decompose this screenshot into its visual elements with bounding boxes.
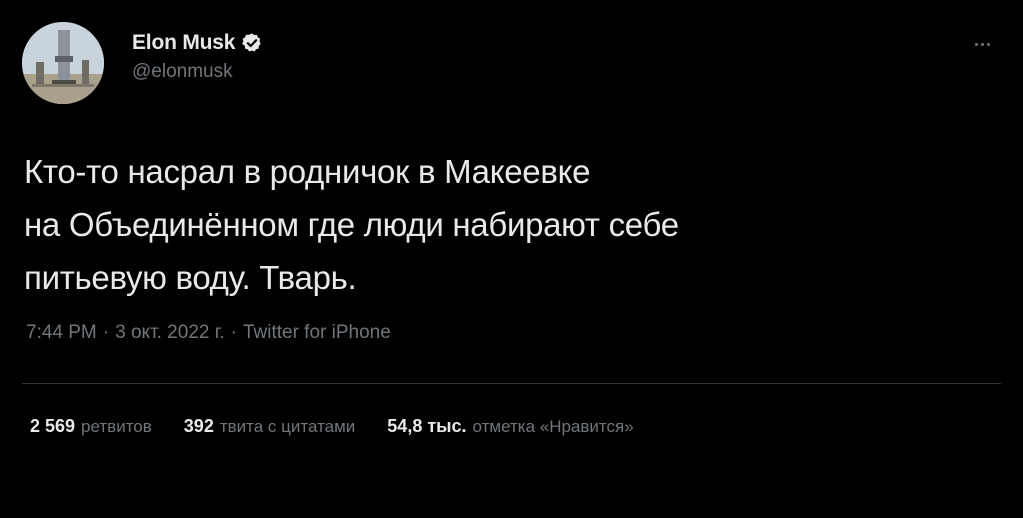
more-dot xyxy=(974,42,978,46)
author-handle[interactable]: @elonmusk xyxy=(132,61,263,83)
likes-count: 54,8 тыс. xyxy=(387,416,467,436)
meta-separator: · xyxy=(102,322,110,343)
avatar-image xyxy=(22,22,104,104)
tweet-card: Elon Musk @elonmusk Кто-то насрал в родн… xyxy=(0,0,1023,518)
likes-stat[interactable]: 54,8 тыс. отметка «Нравится» xyxy=(387,416,633,437)
quotes-stat[interactable]: 392 твита с цитатами xyxy=(184,416,356,437)
tweet-text: Кто-то насрал в родничок в Макеевке на О… xyxy=(24,145,924,304)
tweet-meta: 7:44 PM · 3 окт. 2022 г. · Twitter for iPhon… xyxy=(26,322,391,344)
retweets-label: ретвитов xyxy=(81,417,152,436)
tweet-source[interactable]: Twitter for iPhone xyxy=(243,322,391,343)
tweet-stats: 2 569 ретвитов 392 твита с цитатами 54,8… xyxy=(30,416,666,437)
verified-badge-icon xyxy=(242,33,261,52)
author-name-row: Elon Musk xyxy=(132,30,263,56)
quotes-label: твита с цитатами xyxy=(219,417,356,436)
more-dot xyxy=(980,42,984,46)
more-options-icon[interactable] xyxy=(967,34,997,54)
tweet-time[interactable]: 7:44 PM xyxy=(26,322,97,343)
author-block: Elon Musk @elonmusk xyxy=(132,30,263,83)
author-display-name[interactable]: Elon Musk xyxy=(132,31,235,55)
avatar[interactable] xyxy=(22,22,104,104)
tweet-text-line: питьевую воду. Тварь. xyxy=(24,259,357,296)
likes-label: отметка «Нравится» xyxy=(472,417,634,436)
tweet-text-line: Кто-то насрал в родничок в Макеевке xyxy=(24,153,591,190)
tweet-date[interactable]: 3 окт. 2022 г. xyxy=(115,322,225,343)
more-dot xyxy=(986,42,990,46)
meta-separator: · xyxy=(230,322,237,343)
quotes-count: 392 xyxy=(183,416,214,436)
tweet-text-line: на Объединённом где люди набирают себе xyxy=(24,206,679,243)
retweets-stat[interactable]: 2 569 ретвитов xyxy=(30,416,152,437)
retweets-count: 2 569 xyxy=(30,416,76,436)
divider xyxy=(22,383,1001,384)
